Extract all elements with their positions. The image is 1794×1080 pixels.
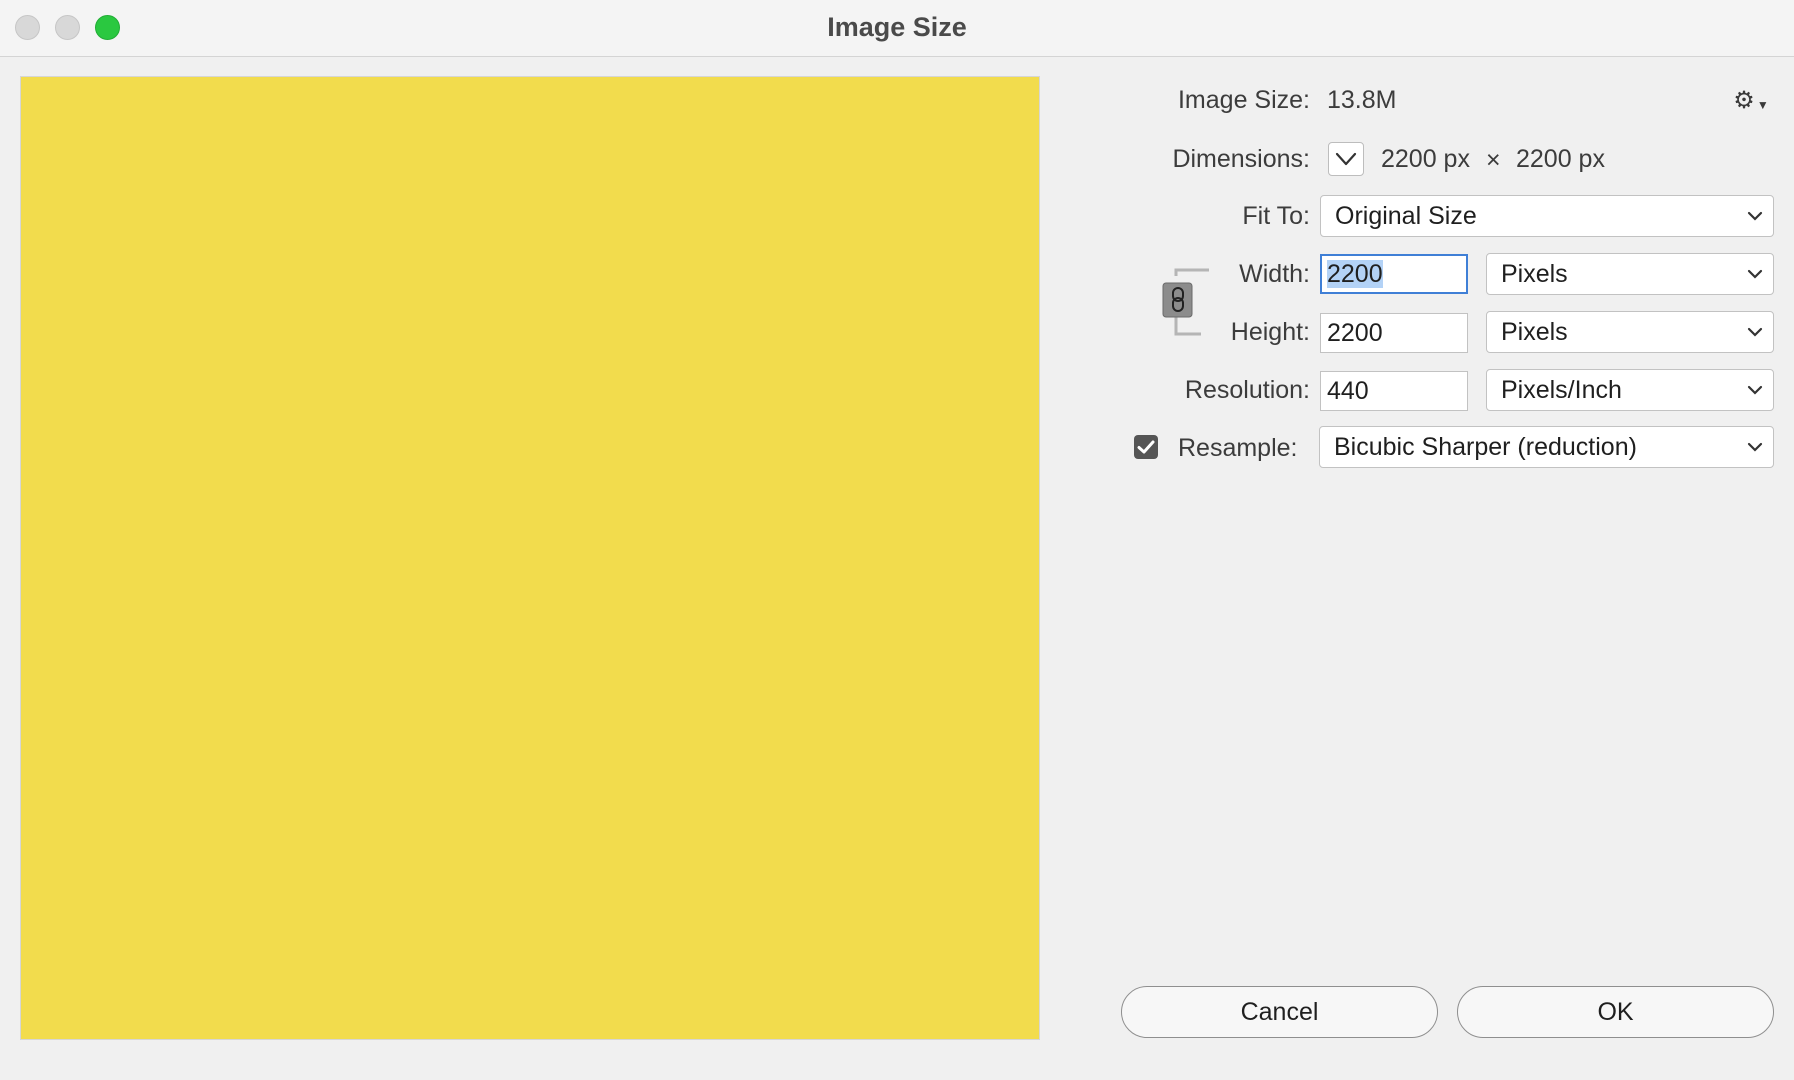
height-unit-select[interactable]: Pixels [1486,311,1774,353]
fit-to-label: Fit To: [1242,202,1310,230]
resolution-unit-select[interactable]: Pixels/Inch [1486,369,1774,411]
image-size-dialog: Image Size Image Size: 13.8M ⚙ ▼ Dimensio… [0,0,1794,1080]
chevron-down-icon [1747,385,1763,395]
height-input[interactable]: 2200 [1320,313,1468,353]
cancel-button[interactable]: Cancel [1121,986,1438,1038]
chevron-down-icon [1747,211,1763,221]
image-size-label: Image Size: [1177,86,1310,114]
dimensions-separator: × [1486,146,1501,174]
width-input[interactable]: 2200 [1320,254,1468,294]
resample-method-value: Bicubic Sharper (reduction) [1334,433,1637,461]
height-value: 2200 [1327,319,1383,347]
resolution-unit-value: Pixels/Inch [1501,376,1622,404]
resample-label: Resample: [1178,434,1298,462]
width-unit-select[interactable]: Pixels [1486,253,1774,295]
image-size-value: 13.8M [1327,86,1397,114]
height-label: Height: [1230,318,1310,346]
chevron-down-icon: ▼ [1756,98,1769,112]
height-unit-value: Pixels [1501,318,1568,346]
title-bar: Image Size [0,0,1794,57]
dimensions-unit-toggle[interactable] [1328,142,1364,176]
image-preview[interactable] [20,76,1040,1040]
width-label: Width: [1239,260,1310,288]
chevron-down-icon [1747,442,1763,452]
window-title: Image Size [827,12,967,42]
chevron-down-icon [1335,152,1357,166]
resolution-label: Resolution: [1184,376,1310,404]
width-value: 2200 [1327,260,1383,288]
dimensions-label: Dimensions: [1172,145,1310,173]
dimensions-height: 2200 px [1516,145,1605,173]
dimensions-width: 2200 px [1381,145,1470,173]
checkmark-icon [1137,440,1155,454]
ok-button[interactable]: OK [1457,986,1774,1038]
fit-to-select[interactable]: Original Size [1320,195,1774,237]
fit-to-value: Original Size [1335,202,1477,230]
resample-checkbox[interactable] [1134,435,1158,459]
resolution-input[interactable]: 440 [1320,371,1468,411]
settings-menu-button[interactable]: ⚙ ▼ [1733,86,1769,114]
chevron-down-icon [1747,327,1763,337]
chevron-down-icon [1747,269,1763,279]
gear-icon: ⚙ [1733,86,1755,114]
width-unit-value: Pixels [1501,260,1568,288]
resolution-value: 440 [1327,377,1369,405]
resample-method-select[interactable]: Bicubic Sharper (reduction) [1319,426,1774,468]
